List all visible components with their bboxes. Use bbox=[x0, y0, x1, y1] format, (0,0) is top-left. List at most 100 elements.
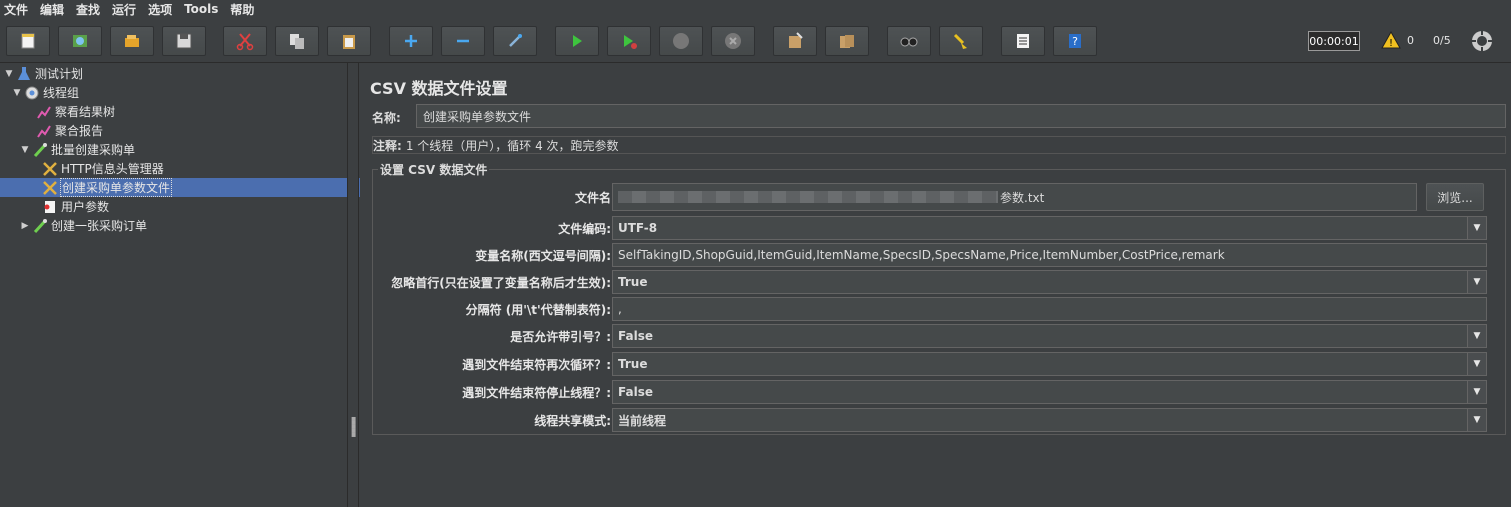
expand-toggle[interactable]: ▼ bbox=[4, 69, 14, 79]
dropdown-arrow-icon[interactable]: ▼ bbox=[1467, 353, 1486, 375]
start-no-pause-button[interactable] bbox=[607, 26, 651, 56]
config-icon bbox=[42, 180, 58, 196]
menu-search[interactable]: 查找 bbox=[70, 1, 106, 18]
delimiter-label: 分隔符 (用'\t'代替制表符): bbox=[465, 302, 611, 317]
tree-node-user-parameters[interactable]: 用户参数 bbox=[0, 197, 377, 216]
svg-text:!: ! bbox=[1389, 38, 1393, 49]
function-helper-icon bbox=[1017, 34, 1029, 48]
tree-label: 测试计划 bbox=[35, 67, 84, 81]
menu-options[interactable]: 选项 bbox=[142, 1, 178, 18]
name-input[interactable]: 创建采购单参数文件 bbox=[416, 104, 1506, 128]
clear-icon bbox=[789, 32, 803, 48]
tree-label: 创建一张采购订单 bbox=[51, 219, 148, 233]
elapsed-timer: 00:00:01 bbox=[1308, 31, 1360, 51]
dropdown-arrow-icon[interactable]: ▼ bbox=[1467, 271, 1486, 293]
menu-tools[interactable]: Tools bbox=[178, 2, 224, 16]
dropdown-arrow-icon[interactable]: ▼ bbox=[1467, 381, 1486, 403]
tree-node-http-header[interactable]: HTTP信息头管理器 bbox=[0, 159, 377, 178]
stop-thread-row: 遇到文件结束符停止线程？: False ▼ bbox=[360, 380, 1511, 404]
paste-button[interactable] bbox=[327, 26, 371, 56]
blurred-path bbox=[618, 191, 998, 203]
shutdown-icon bbox=[725, 33, 741, 49]
tree-node-view-results[interactable]: 察看结果树 bbox=[0, 102, 371, 121]
expand-icon bbox=[405, 35, 417, 47]
tree-label: 线程组 bbox=[43, 86, 80, 100]
csv-config-panel: CSV 数据文件设置 名称: 创建采购单参数文件 注释: 1 个线程（用户），循… bbox=[360, 63, 1511, 507]
stop-thread-value: False bbox=[618, 385, 653, 399]
new-button[interactable] bbox=[6, 26, 50, 56]
menu-run[interactable]: 运行 bbox=[106, 1, 142, 18]
copy-button[interactable] bbox=[275, 26, 319, 56]
tree-node-test-plan[interactable]: ▼ 测试计划 bbox=[0, 64, 351, 83]
listener-icon bbox=[36, 104, 52, 120]
start-button[interactable] bbox=[555, 26, 599, 56]
tree-node-thread-group[interactable]: ▼ 线程组 bbox=[0, 83, 359, 102]
expand-toggle[interactable]: ▶ bbox=[20, 221, 30, 231]
collapse-button[interactable] bbox=[441, 26, 485, 56]
recycle-label: 遇到文件结束符再次循环？: bbox=[462, 357, 611, 372]
warning-indicator[interactable]: ! 0 bbox=[1381, 31, 1414, 49]
remote-icon bbox=[1472, 31, 1492, 51]
toolbar: ? bbox=[0, 18, 1511, 63]
expand-toggle[interactable]: ▼ bbox=[20, 145, 30, 155]
quoted-data-select[interactable]: False ▼ bbox=[612, 324, 1487, 348]
browse-button[interactable]: 浏览... bbox=[1426, 183, 1484, 211]
sharing-mode-select[interactable]: 当前线程 ▼ bbox=[612, 408, 1487, 432]
toggle-button[interactable] bbox=[493, 26, 537, 56]
varnames-row: 变量名称(西文逗号间隔): SelfTakingID,ShopGuid,Item… bbox=[360, 243, 1511, 267]
dropdown-arrow-icon[interactable]: ▼ bbox=[1467, 217, 1486, 239]
stop-button[interactable] bbox=[659, 26, 703, 56]
comment-label: 注释: bbox=[373, 138, 402, 153]
menu-file[interactable]: 文件 bbox=[0, 1, 34, 18]
ignore-first-line-select[interactable]: True ▼ bbox=[612, 270, 1487, 294]
clear-all-button[interactable] bbox=[825, 26, 869, 56]
encoding-select[interactable]: UTF-8 ▼ bbox=[612, 216, 1487, 240]
clear-all-icon bbox=[840, 35, 854, 48]
save-icon bbox=[176, 33, 192, 49]
stop-icon bbox=[673, 33, 689, 49]
recycle-select[interactable]: True ▼ bbox=[612, 352, 1487, 376]
ignore-first-line-row: 忽略首行(只在设置了变量名称后才生效): True ▼ bbox=[360, 270, 1511, 294]
tree-node-batch-create[interactable]: ▼ 批量创建采购单 bbox=[0, 140, 367, 159]
dropdown-arrow-icon[interactable]: ▼ bbox=[1467, 325, 1486, 347]
cut-button[interactable] bbox=[223, 26, 267, 56]
remote-button[interactable] bbox=[1470, 29, 1494, 53]
stop-thread-label: 遇到文件结束符停止线程？: bbox=[462, 385, 611, 400]
menu-edit[interactable]: 编辑 bbox=[34, 1, 70, 18]
test-plan-icon bbox=[16, 66, 32, 82]
clear-button[interactable] bbox=[773, 26, 817, 56]
help-button[interactable]: ? bbox=[1053, 26, 1097, 56]
templates-button[interactable] bbox=[58, 26, 102, 56]
shutdown-button[interactable] bbox=[711, 26, 755, 56]
tree-node-create-order[interactable]: ▶ 创建一张采购订单 bbox=[0, 216, 367, 235]
function-helper-button[interactable] bbox=[1001, 26, 1045, 56]
menu-help[interactable]: 帮助 bbox=[224, 1, 260, 18]
open-button[interactable] bbox=[110, 26, 154, 56]
filename-input[interactable]: 参数.txt bbox=[612, 183, 1417, 211]
tree-label: 察看结果树 bbox=[55, 105, 116, 119]
varnames-value: SelfTakingID,ShopGuid,ItemGuid,ItemName,… bbox=[618, 248, 1225, 262]
active-threads: 0/5 bbox=[1433, 34, 1451, 47]
reset-search-icon bbox=[953, 33, 967, 49]
tree-label: 聚合报告 bbox=[55, 124, 104, 138]
filename-value: 参数.txt bbox=[1000, 190, 1045, 205]
tree-label: 用户参数 bbox=[61, 200, 110, 214]
expand-toggle[interactable]: ▼ bbox=[12, 88, 22, 98]
expand-button[interactable] bbox=[389, 26, 433, 56]
warning-icon: ! bbox=[1381, 31, 1401, 49]
comment-field[interactable]: 注释: 1 个线程（用户），循环 4 次，跑完参数 bbox=[372, 136, 1506, 154]
varnames-input[interactable]: SelfTakingID,ShopGuid,ItemGuid,ItemName,… bbox=[612, 243, 1487, 267]
config-icon bbox=[42, 161, 58, 177]
save-button[interactable] bbox=[162, 26, 206, 56]
split-pane-divider[interactable]: ▪ ▪ ▪ ▪ ▪ bbox=[347, 63, 359, 507]
name-value: 创建采购单参数文件 bbox=[423, 109, 532, 124]
tree-node-csv-config[interactable]: 创建采购单参数文件 bbox=[0, 178, 377, 197]
search-button[interactable] bbox=[887, 26, 931, 56]
dropdown-arrow-icon[interactable]: ▼ bbox=[1467, 409, 1486, 431]
stop-thread-select[interactable]: False ▼ bbox=[612, 380, 1487, 404]
preprocessor-icon bbox=[42, 199, 58, 215]
tree-node-aggregate-report[interactable]: 聚合报告 bbox=[0, 121, 371, 140]
encoding-label: 文件编码: bbox=[558, 221, 611, 236]
reset-search-button[interactable] bbox=[939, 26, 983, 56]
delimiter-input[interactable]: , bbox=[612, 297, 1487, 321]
